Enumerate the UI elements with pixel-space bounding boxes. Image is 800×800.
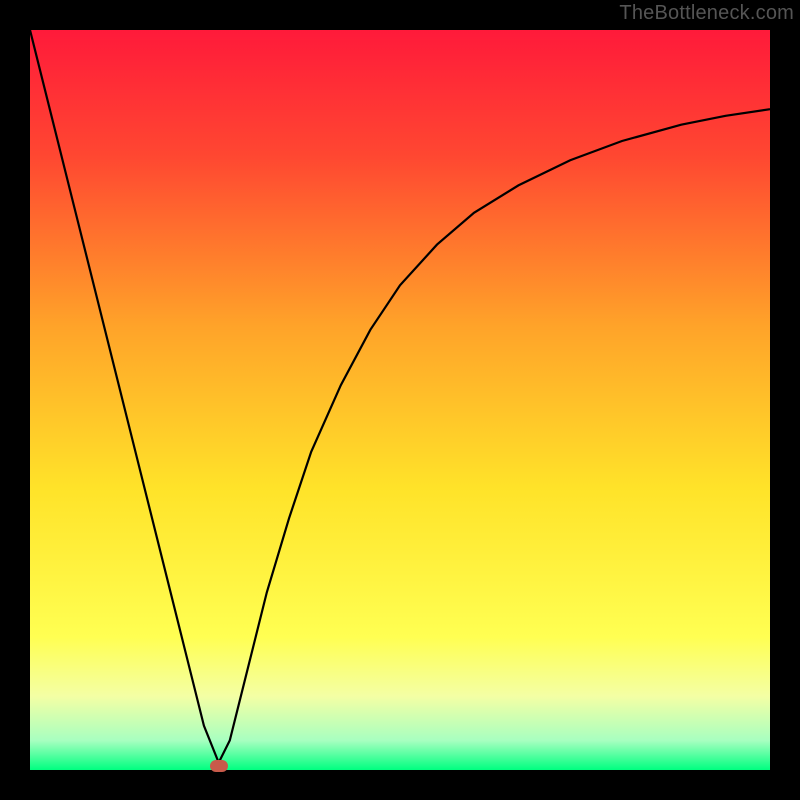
chart-frame: TheBottleneck.com (0, 0, 800, 800)
watermark-text: TheBottleneck.com (619, 2, 794, 25)
minimum-marker (210, 760, 228, 772)
bottleneck-curve (30, 30, 770, 770)
plot-area (30, 30, 770, 770)
